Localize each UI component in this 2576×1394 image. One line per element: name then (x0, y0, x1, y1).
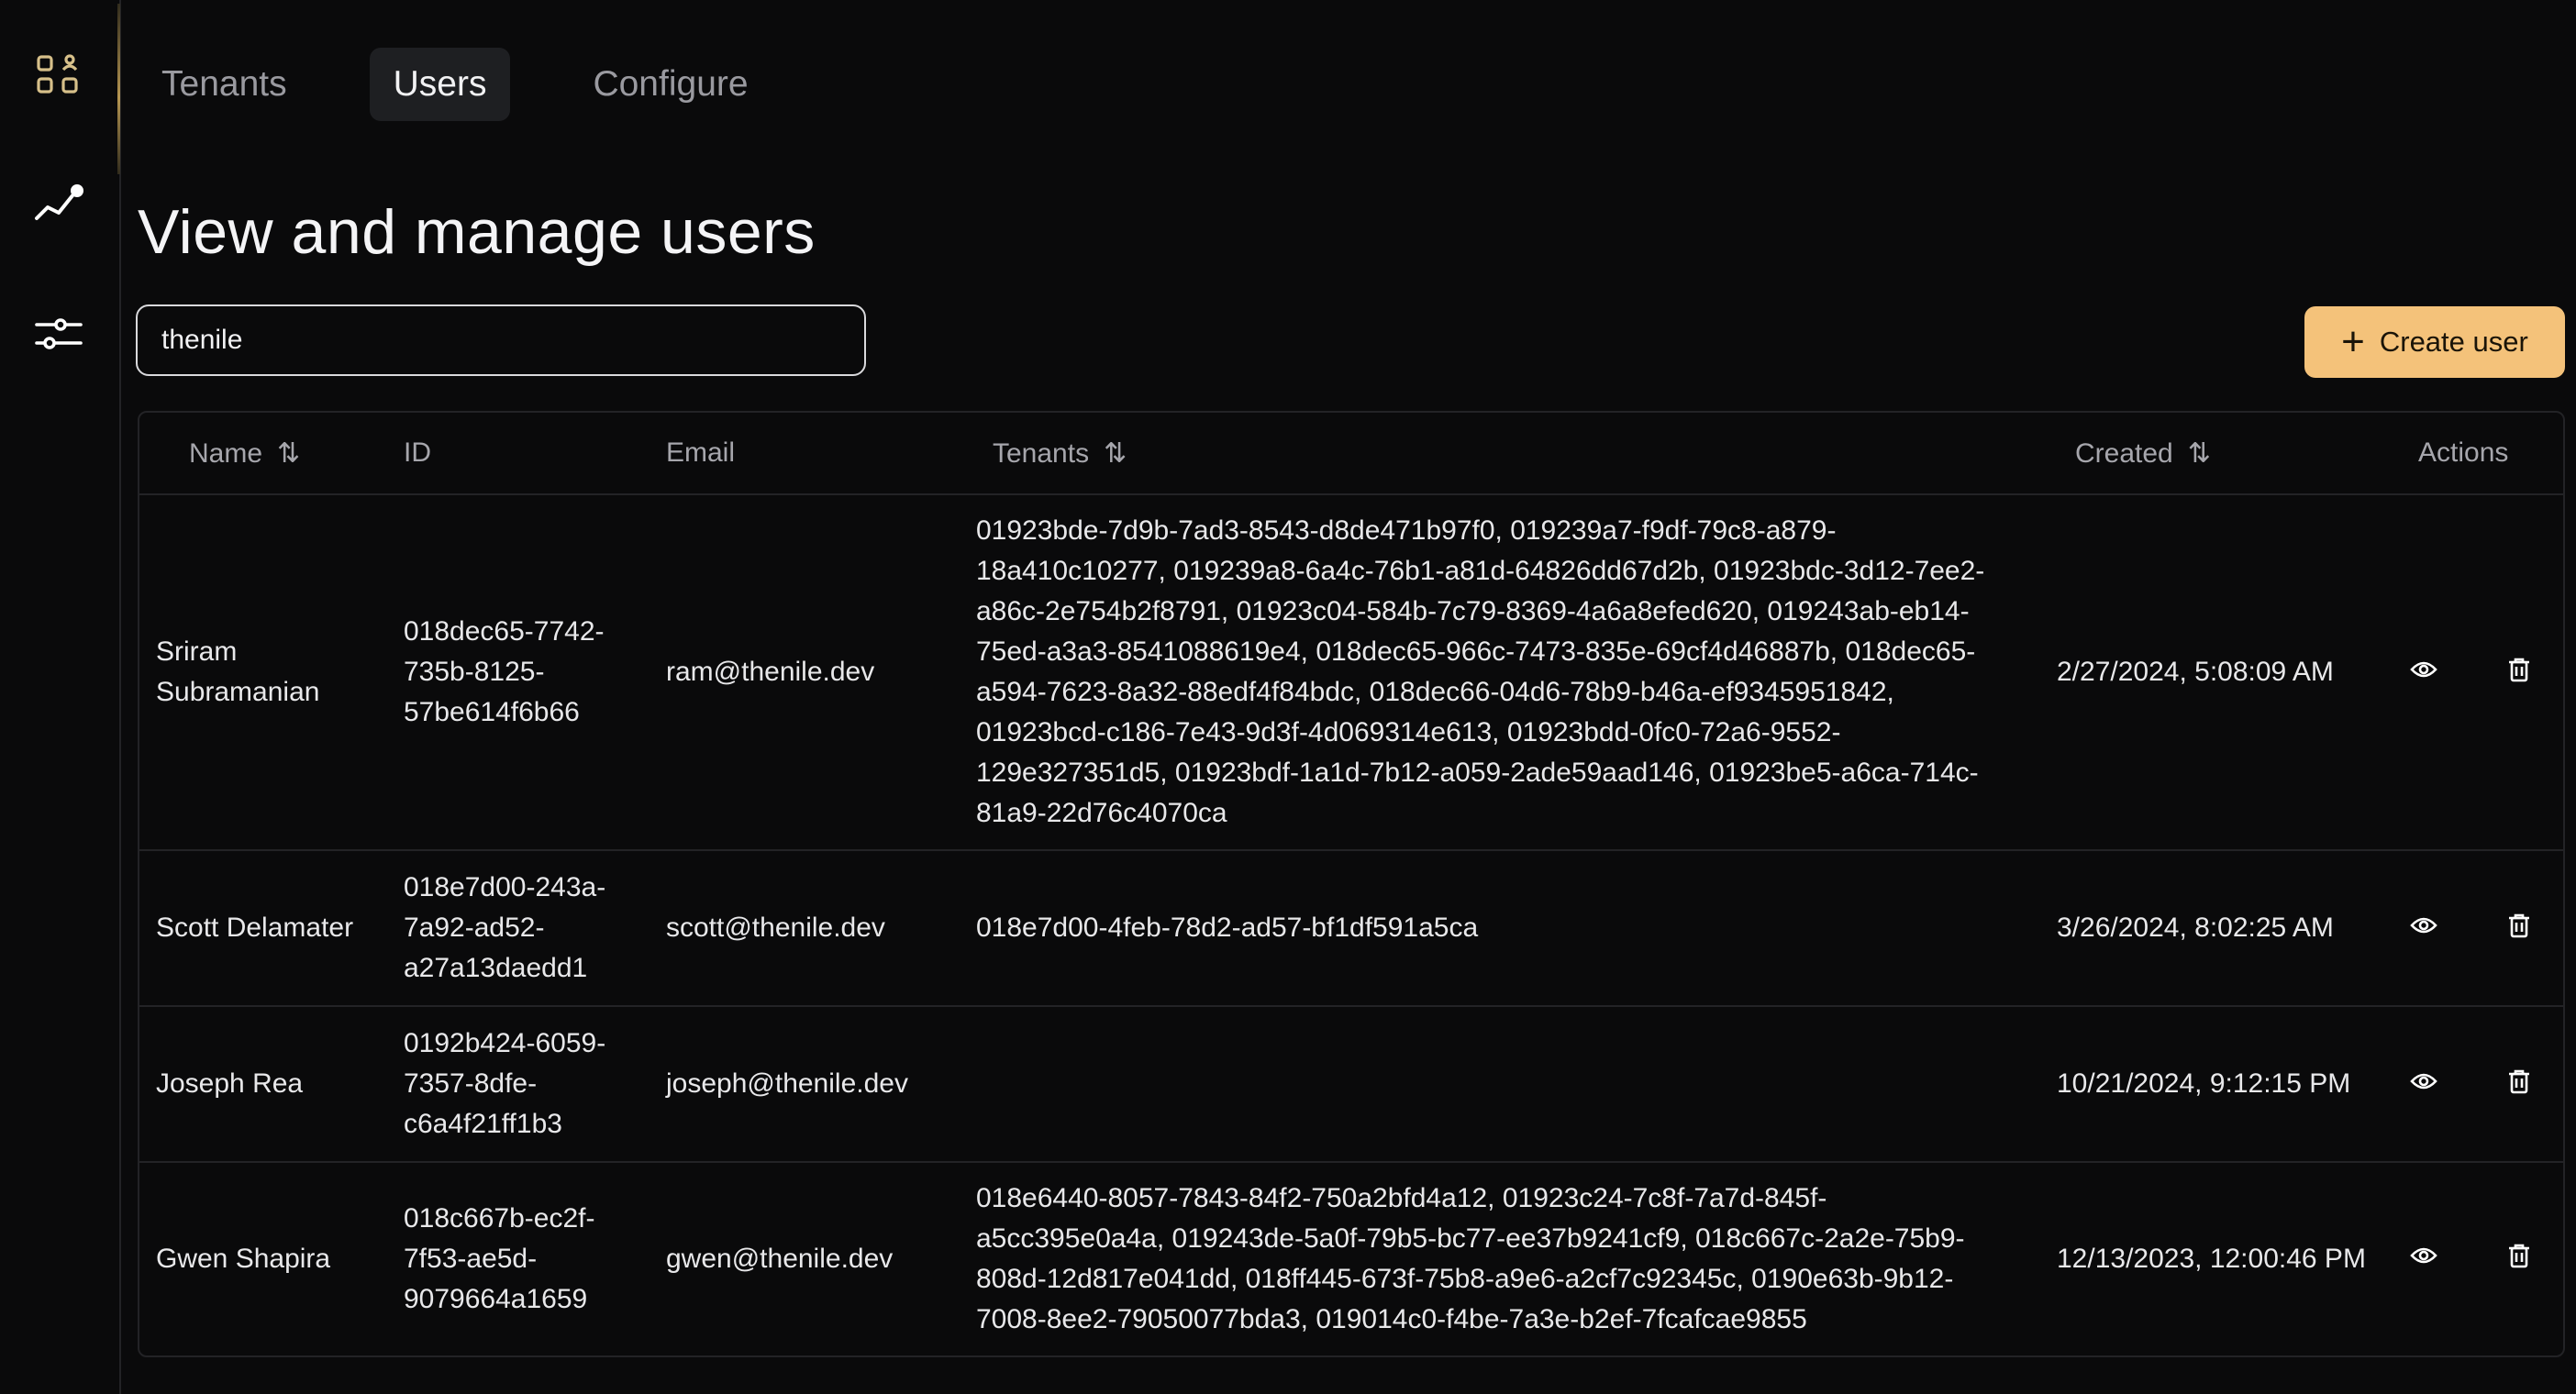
delete-trash-icon[interactable] (2499, 1235, 2539, 1276)
tab-configure[interactable]: Configure (569, 48, 772, 121)
page-title: View and manage users (138, 197, 816, 267)
sort-icon[interactable]: ⇅ (2188, 437, 2211, 470)
cell-tenants (960, 1006, 2038, 1163)
nav-rail (0, 0, 121, 1394)
column-header-email: Email (646, 413, 960, 495)
cell-tenants: 01923bde-7d9b-7ad3-8543-d8de471b97f0, 01… (960, 494, 2038, 851)
tab-users[interactable]: Users (369, 48, 511, 121)
column-header-label: Name (189, 437, 263, 469)
cell-email: gwen@thenile.dev (666, 1243, 894, 1274)
cell-name: Scott Delamater (139, 850, 383, 1007)
view-eye-icon[interactable] (2404, 649, 2444, 690)
table-header-row: Name ⇅ ID Email Tenants ⇅ Created ⇅ Actions (139, 413, 2563, 495)
column-header-label: ID (404, 437, 431, 468)
column-header-id: ID (383, 413, 646, 495)
cell-actions (2369, 850, 2563, 1007)
sort-icon[interactable]: ⇅ (1104, 437, 1127, 470)
cell-email: scott@thenile.dev (646, 850, 960, 1007)
active-nav-indicator (117, 4, 120, 174)
view-eye-icon[interactable] (2404, 1061, 2444, 1101)
cell-id: 018dec65-7742-735b-8125-57be614f6b66 (383, 494, 646, 851)
tenants-grid-icon[interactable] (31, 48, 86, 103)
column-header-name[interactable]: Name ⇅ (139, 413, 383, 495)
column-header-label: Created (2075, 437, 2173, 469)
column-header-created[interactable]: Created ⇅ (2038, 413, 2369, 495)
view-eye-icon[interactable] (2404, 1235, 2444, 1276)
cell-actions (2369, 1162, 2563, 1355)
cell-created: 12/13/2023, 12:00:46 PM (2057, 1243, 2366, 1274)
delete-trash-icon[interactable] (2499, 905, 2539, 946)
delete-trash-icon[interactable] (2499, 649, 2539, 690)
column-header-label: Actions (2418, 437, 2509, 468)
analytics-chart-icon[interactable] (31, 178, 86, 233)
cell-tenants: 018e6440-8057-7843-84f2-750a2bfd4a12, 01… (976, 1182, 1965, 1334)
cell-id: 018e7d00-243a-7a92-ad52-a27a13daedd1 (383, 850, 646, 1007)
cell-id: 018c667b-ec2f-7f53-ae5d-9079664a1659 (404, 1202, 595, 1314)
create-user-button[interactable]: + Create user (2304, 306, 2565, 378)
cell-actions (2369, 1006, 2563, 1163)
cell-email: ram@thenile.dev (646, 494, 960, 851)
table-row: Gwen Shapira 018c667b-ec2f-7f53-ae5d-907… (139, 1162, 2563, 1355)
table-row: Joseph Rea 0192b424-6059-7357-8dfe-c6a4f… (139, 1006, 2563, 1163)
create-user-label: Create user (2379, 326, 2528, 358)
cell-tenants: 018e7d00-4feb-78d2-ad57-bf1df591a5ca (960, 850, 2038, 1007)
delete-trash-icon[interactable] (2499, 1061, 2539, 1101)
cell-email: joseph@thenile.dev (646, 1006, 960, 1163)
sort-icon[interactable]: ⇅ (277, 437, 300, 470)
cell-created: 2/27/2024, 5:08:09 AM (2038, 494, 2369, 851)
table-row: Sriram Subramanian 018dec65-7742-735b-81… (139, 494, 2563, 851)
cell-name: Gwen Shapira (156, 1243, 331, 1274)
column-header-tenants[interactable]: Tenants ⇅ (960, 413, 2038, 495)
cell-name: Joseph Rea (139, 1006, 383, 1163)
table-row: Scott Delamater 018e7d00-243a-7a92-ad52-… (139, 850, 2563, 1007)
cell-created: 3/26/2024, 8:02:25 AM (2038, 850, 2369, 1007)
column-header-actions: Actions (2369, 413, 2563, 495)
plus-icon: + (2341, 319, 2365, 364)
top-tabs: Tenants Users Configure (138, 48, 831, 121)
settings-sliders-icon[interactable] (31, 306, 86, 361)
cell-id: 0192b424-6059-7357-8dfe-c6a4f21ff1b3 (383, 1006, 646, 1163)
column-header-label: Tenants (993, 437, 1090, 469)
view-eye-icon[interactable] (2404, 905, 2444, 946)
cell-created: 10/21/2024, 9:12:15 PM (2038, 1006, 2369, 1163)
users-table: Name ⇅ ID Email Tenants ⇅ Created ⇅ Actions (138, 411, 2565, 1357)
search-input[interactable] (136, 304, 866, 376)
column-header-label: Email (666, 437, 736, 468)
cell-actions (2369, 494, 2563, 851)
tab-tenants[interactable]: Tenants (138, 48, 311, 121)
cell-name: Sriram Subramanian (139, 494, 383, 851)
